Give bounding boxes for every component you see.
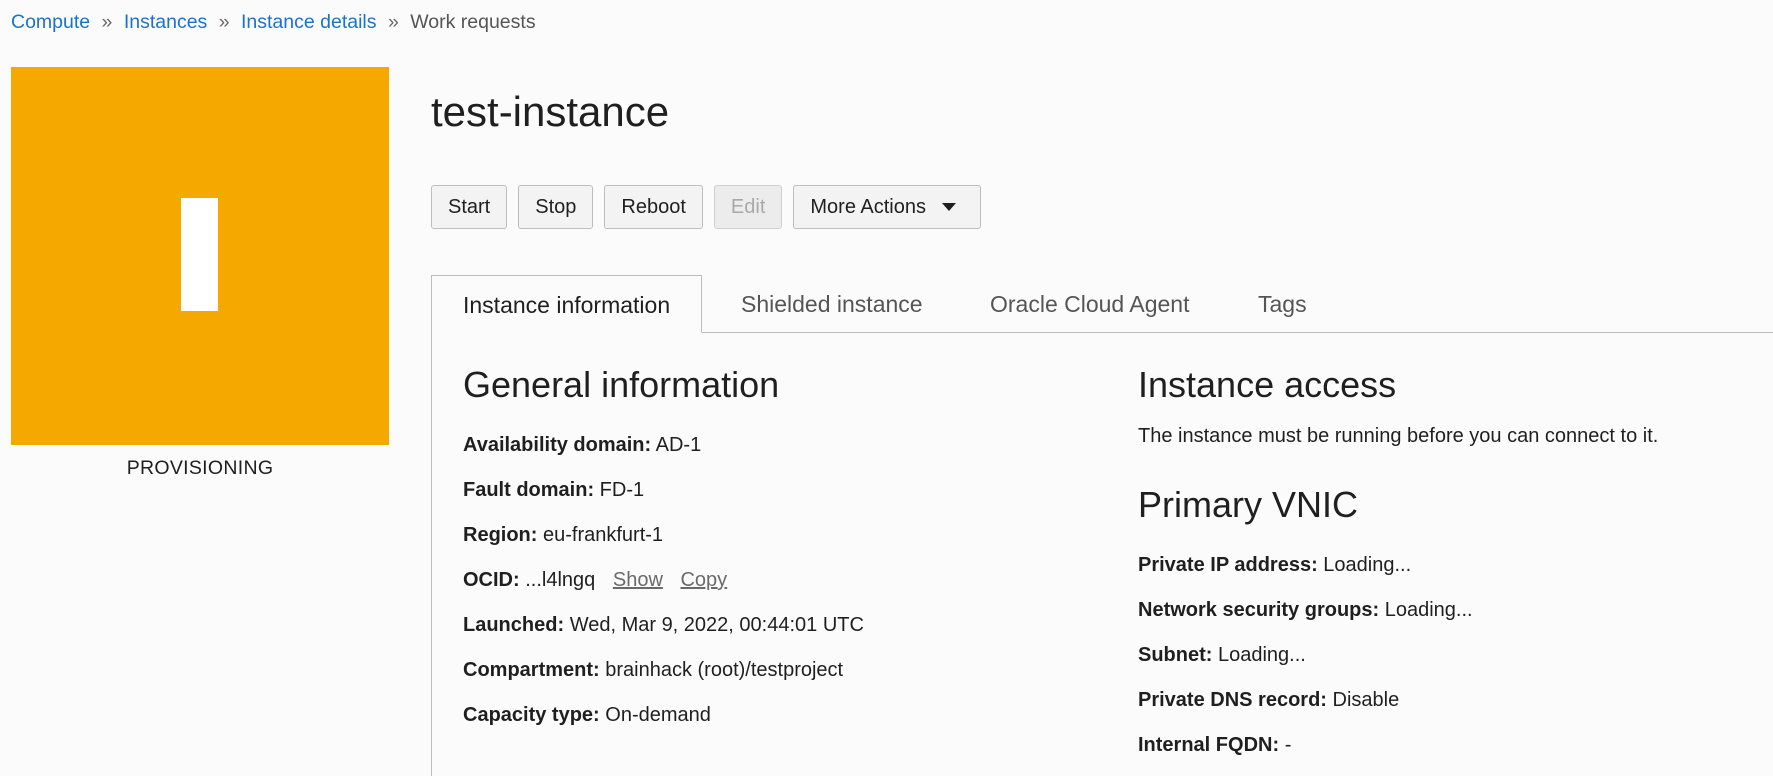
field-label: Network security groups: [1138, 599, 1380, 621]
internal-fqdn-field: Internal FQDN: - [1138, 732, 1291, 758]
field-label: OCID: [463, 569, 520, 591]
field-label: Private DNS record: [1138, 689, 1327, 711]
general-information-heading: General information [463, 364, 780, 405]
field-label: Internal FQDN: [1138, 734, 1280, 756]
compartment-field: Compartment: brainhack (root)/testprojec… [463, 657, 843, 683]
private-ip-field: Private IP address: Loading... [1138, 552, 1411, 578]
tab-shielded-instance[interactable]: Shielded instance [741, 291, 923, 318]
field-label: Compartment: [463, 659, 600, 681]
instance-letter-icon [181, 198, 218, 311]
field-value: Loading... [1218, 644, 1306, 666]
region-field: Region: eu-frankfurt-1 [463, 522, 663, 548]
breadcrumb-current: Work requests [410, 11, 536, 33]
subnet-field: Subnet: Loading... [1138, 642, 1306, 668]
breadcrumb-instance-details-link[interactable]: Instance details [241, 11, 377, 33]
field-value: brainhack (root)/testproject [605, 659, 844, 681]
tab-tags[interactable]: Tags [1258, 291, 1307, 318]
ocid-field: OCID: ...l4lngq Show Copy [463, 567, 727, 593]
breadcrumb-compute-link[interactable]: Compute [11, 11, 90, 33]
field-value: - [1284, 734, 1292, 756]
primary-vnic-heading: Primary VNIC [1138, 484, 1359, 525]
instance-status-tile [11, 67, 389, 445]
field-value: Loading... [1384, 599, 1473, 621]
tab-instance-information[interactable]: Instance information [431, 275, 703, 333]
private-dns-record-field: Private DNS record: Disable [1138, 687, 1399, 713]
field-value: Wed, Mar 9, 2022, 00:44:01 UTC [569, 614, 864, 636]
tab-panel-border [431, 332, 432, 776]
more-actions-button[interactable]: More Actions [793, 185, 981, 229]
field-label: Private IP address: [1138, 554, 1318, 576]
breadcrumb-separator: » [387, 11, 399, 33]
ocid-show-link[interactable]: Show [613, 569, 663, 591]
field-value: AD-1 [655, 434, 702, 456]
field-value: eu-frankfurt-1 [543, 524, 664, 546]
launched-field: Launched: Wed, Mar 9, 2022, 00:44:01 UTC [463, 612, 864, 638]
instance-access-heading: Instance access [1138, 364, 1397, 405]
stop-button[interactable]: Stop [518, 185, 594, 229]
edit-button: Edit [713, 185, 783, 229]
page-title: test-instance [431, 88, 670, 135]
start-button[interactable]: Start [431, 185, 508, 229]
field-value: Disable [1332, 689, 1400, 711]
field-label: Availability domain: [463, 434, 652, 456]
field-value: FD-1 [599, 479, 645, 501]
instance-status-label: PROVISIONING [126, 457, 274, 479]
field-label: Region: [463, 524, 538, 546]
network-security-groups-field: Network security groups: Loading... [1138, 597, 1473, 623]
field-value: On-demand [605, 704, 711, 726]
field-label: Subnet: [1138, 644, 1213, 666]
breadcrumb-separator: » [101, 11, 113, 33]
breadcrumb-instances-link[interactable]: Instances [124, 11, 207, 33]
field-value: ...l4lngq [525, 569, 596, 591]
reboot-button[interactable]: Reboot [604, 185, 703, 229]
field-label: Launched: [463, 614, 565, 636]
field-value: Loading... [1323, 554, 1412, 576]
field-label: Fault domain: [463, 479, 595, 501]
tab-oracle-cloud-agent[interactable]: Oracle Cloud Agent [990, 291, 1189, 318]
ocid-copy-link[interactable]: Copy [680, 569, 727, 591]
instance-access-note: The instance must be running before you … [1138, 425, 1659, 447]
caret-down-icon [941, 203, 956, 211]
capacity-type-field: Capacity type: On-demand [463, 702, 711, 728]
action-toolbar: Start Stop Reboot Edit More Actions [431, 185, 981, 229]
breadcrumb-separator: » [218, 11, 230, 33]
more-actions-label: More Actions [810, 195, 926, 218]
field-label: Capacity type: [463, 704, 600, 726]
availability-domain-field: Availability domain: AD-1 [463, 432, 701, 458]
breadcrumb: Compute » Instances » Instance details »… [11, 10, 536, 34]
fault-domain-field: Fault domain: FD-1 [463, 477, 644, 503]
